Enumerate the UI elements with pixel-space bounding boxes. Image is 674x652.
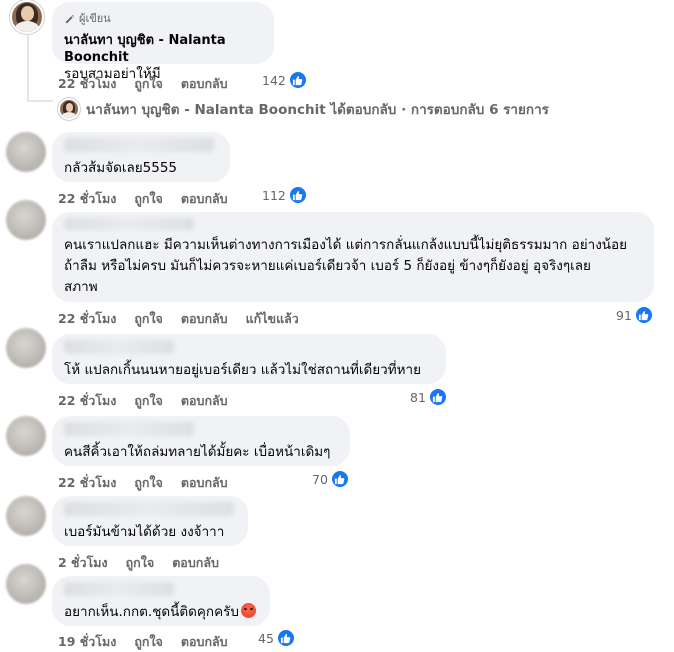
comment-text: คนสีคิ้วเอาให้ถล่มทลายได้มั้ยคะ เบื่อหน้… — [64, 444, 331, 460]
commenter-name-redacted[interactable] — [64, 582, 174, 596]
reaction-number: 45 — [258, 630, 274, 646]
comment-bubble: คนเราแปลกแฮะ มีความเห็นต่างทางการเมืองได… — [52, 212, 654, 302]
commenter-avatar[interactable] — [6, 132, 46, 172]
reaction-count[interactable]: 45 — [258, 629, 295, 647]
reply-author-avatar — [58, 98, 80, 120]
reply-button[interactable]: ตอบกลับ — [172, 553, 219, 573]
thumbs-up-icon — [428, 388, 447, 406]
reply-button[interactable]: ตอบกลับ — [181, 309, 228, 329]
thumbs-up-icon — [276, 629, 295, 647]
comment-actions: 22 ชั่วโมง ถูกใจ ตอบกลับ — [58, 74, 228, 94]
like-button[interactable]: ถูกใจ — [126, 553, 155, 573]
comment-time[interactable]: 19 ชั่วโมง — [58, 632, 116, 652]
comment-time[interactable]: 2 ชั่วโมง — [58, 553, 108, 573]
comment-bubble: คนสีคิ้วเอาให้ถล่มทลายได้มั้ยคะ เบื่อหน้… — [52, 416, 350, 466]
commenter-name-redacted[interactable] — [64, 340, 174, 354]
comment-text: คนเราแปลกแฮะ มีความเห็นต่างทางการเมืองได… — [64, 237, 628, 295]
like-button[interactable]: ถูกใจ — [134, 309, 163, 329]
thread-line — [27, 34, 29, 102]
thumbs-up-icon — [634, 306, 653, 324]
reaction-count[interactable]: 81 — [410, 388, 447, 406]
reply-summary-text: นาลันทา บุญชิต - Nalanta Boonchit ได้ตอบ… — [86, 102, 549, 118]
comment-time[interactable]: 22 ชั่วโมง — [58, 473, 116, 493]
reaction-number: 142 — [262, 72, 286, 88]
comment-time[interactable]: 22 ชั่วโมง — [58, 74, 116, 94]
thread-line-branch — [27, 100, 53, 102]
comment-text: อยากเห็น.กกต.ชุดนี้ติดคุกครับ — [64, 602, 258, 623]
comment-time[interactable]: 22 ชั่วโมง — [58, 309, 116, 329]
pencil-icon — [65, 14, 75, 23]
comment-bubble: กลัวส้มจัดเลย5555 — [52, 132, 230, 182]
comment-time[interactable]: 22 ชั่วโมง — [58, 391, 116, 411]
reaction-count[interactable]: 70 — [312, 470, 349, 488]
comment-text: โห้ แปลกเกิ้นนนหายอยู่เบอร์เดียว แล้วไม่… — [64, 362, 422, 378]
comment-actions: 22 ชั่วโมง ถูกใจ ตอบกลับ แก้ไขแล้ว — [58, 309, 299, 329]
comment-actions: 2 ชั่วโมง ถูกใจ ตอบกลับ — [58, 553, 219, 573]
reaction-count[interactable]: 91 — [616, 306, 653, 324]
commenter-name-redacted[interactable] — [64, 218, 194, 230]
like-button[interactable]: ถูกใจ — [134, 473, 163, 493]
reply-button[interactable]: ตอบกลับ — [181, 391, 228, 411]
edited-label[interactable]: แก้ไขแล้ว — [246, 309, 299, 329]
comment-bubble: โห้ แปลกเกิ้นนนหายอยู่เบอร์เดียว แล้วไม่… — [52, 334, 446, 384]
reaction-count[interactable]: 142 — [262, 71, 307, 89]
comment-actions: 19 ชั่วโมง ถูกใจ ตอบกลับ — [58, 632, 228, 652]
comment-actions: 22 ชั่วโมง ถูกใจ ตอบกลับ — [58, 391, 228, 411]
reaction-number: 70 — [312, 471, 328, 487]
reply-button[interactable]: ตอบกลับ — [181, 74, 228, 94]
reaction-number: 81 — [410, 389, 426, 405]
like-button[interactable]: ถูกใจ — [134, 189, 163, 209]
author-badge: ผู้เขียน — [64, 9, 262, 27]
commenter-name-redacted[interactable] — [64, 422, 194, 436]
thumbs-up-icon — [330, 470, 349, 488]
comment-time[interactable]: 22 ชั่วโมง — [58, 189, 116, 209]
comment-actions: 22 ชั่วโมง ถูกใจ ตอบกลับ — [58, 473, 228, 493]
commenter-avatar[interactable] — [6, 200, 46, 240]
reply-button[interactable]: ตอบกลับ — [181, 473, 228, 493]
commenter-name-redacted[interactable] — [64, 138, 214, 152]
like-button[interactable]: ถูกใจ — [134, 632, 163, 652]
comment-actions: 22 ชั่วโมง ถูกใจ ตอบกลับ — [58, 189, 228, 209]
comment-bubble: เบอร์มันข้ามได้ด้วย งงจ้าาา — [52, 496, 248, 546]
reaction-count[interactable]: 112 — [262, 186, 307, 204]
commenter-name-redacted[interactable] — [64, 502, 234, 516]
comment-text: กลัวส้มจัดเลย5555 — [64, 160, 177, 176]
comment-bubble-author: ผู้เขียน นาลันทา บุญชิต - Nalanta Boonch… — [52, 2, 274, 82]
comment-author-name[interactable]: นาลันทา บุญชิต - Nalanta Boonchit — [64, 29, 262, 65]
reaction-number: 91 — [616, 307, 632, 323]
commenter-avatar[interactable] — [6, 328, 46, 368]
comment-bubble: อยากเห็น.กกต.ชุดนี้ติดคุกครับ — [52, 576, 270, 626]
commenter-avatar[interactable] — [6, 564, 46, 604]
comment-text: เบอร์มันข้ามได้ด้วย งงจ้าาา — [64, 524, 225, 540]
angry-face-icon — [240, 603, 256, 618]
thumbs-up-icon — [288, 186, 307, 204]
commenter-avatar[interactable] — [6, 496, 46, 536]
comment-text-content: อยากเห็น.กกต.ชุดนี้ติดคุกครับ — [64, 604, 239, 620]
author-badge-label: ผู้เขียน — [79, 12, 111, 25]
reply-button[interactable]: ตอบกลับ — [181, 632, 228, 652]
commenter-avatar[interactable] — [6, 416, 46, 456]
author-avatar[interactable] — [10, 0, 44, 34]
like-button[interactable]: ถูกใจ — [134, 74, 163, 94]
like-button[interactable]: ถูกใจ — [134, 391, 163, 411]
reaction-number: 112 — [262, 187, 286, 203]
view-replies-link[interactable]: นาลันทา บุญชิต - Nalanta Boonchit ได้ตอบ… — [58, 98, 549, 120]
reply-button[interactable]: ตอบกลับ — [181, 189, 228, 209]
thumbs-up-icon — [288, 71, 307, 89]
